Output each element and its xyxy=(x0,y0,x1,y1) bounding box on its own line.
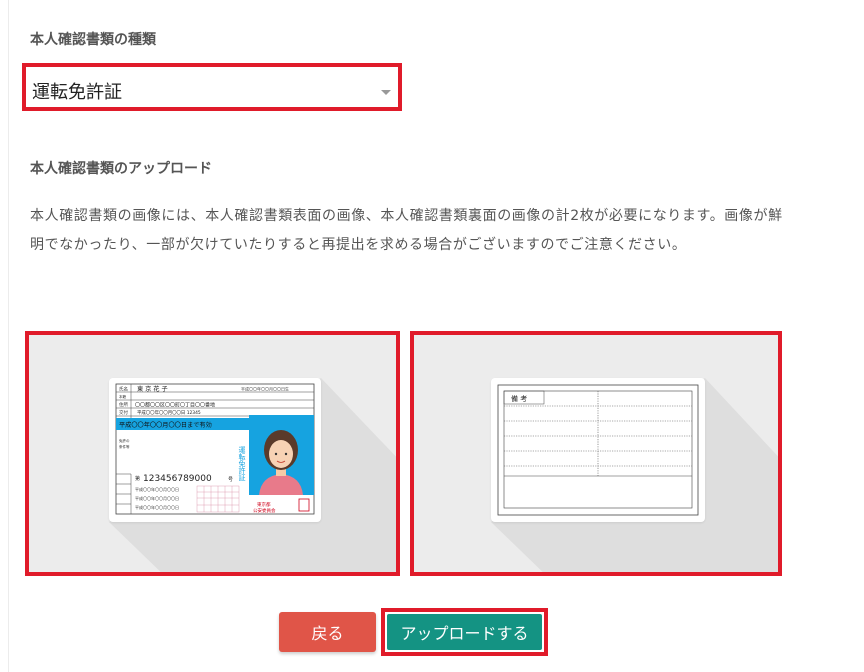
issue-label: 交付 xyxy=(119,409,128,416)
upload-heading: 本人確認書類のアップロード xyxy=(30,161,212,177)
issue-value: 平成〇〇年〇〇月〇〇日 12345 xyxy=(137,409,201,416)
upload-description: 本人確認書類の画像には、本人確認書類表面の画像、本人確認書類裏面の画像の計2枚が… xyxy=(30,208,783,253)
name-label: 氏名 xyxy=(119,386,128,393)
doc-type-heading: 本人確認書類の種類 xyxy=(30,32,156,48)
license-number: 123456789000 xyxy=(143,474,212,484)
svg-text:東京都: 東京都 xyxy=(257,501,271,508)
svg-text:免許の: 免許の xyxy=(119,438,130,443)
svg-text:平成〇〇年〇〇月〇〇日: 平成〇〇年〇〇月〇〇日 xyxy=(135,486,179,492)
license-number-label: 第 xyxy=(135,475,140,482)
doc-type-select[interactable]: 運転免許証 xyxy=(22,63,402,111)
license-front-card: 氏名 東 京 花 子 平成〇〇年〇〇月〇〇日生 本籍 住所 〇〇都〇〇区〇〇町〇… xyxy=(109,378,321,522)
expiry-text: 平成〇〇年〇〇月〇〇日まで有効 xyxy=(119,421,212,429)
name-value: 東 京 花 子 xyxy=(137,385,168,393)
remarks-label: 備 考 xyxy=(511,394,527,403)
birth-date: 平成〇〇年〇〇月〇〇日生 xyxy=(241,386,289,392)
address-label: 住所 xyxy=(119,401,128,408)
address-value: 〇〇都〇〇区〇〇町〇丁目〇〇番地 xyxy=(135,401,215,408)
license-vertical-title: 運転免許証 xyxy=(238,445,246,482)
svg-text:公安委員会: 公安委員会 xyxy=(253,507,276,514)
svg-text:条件等: 条件等 xyxy=(119,444,130,449)
front-image-upload[interactable]: 氏名 東 京 花 子 平成〇〇年〇〇月〇〇日生 本籍 住所 〇〇都〇〇区〇〇町〇… xyxy=(25,331,400,576)
license-number-suffix: 号 xyxy=(228,477,233,483)
back-image-upload[interactable]: 備 考 xyxy=(410,331,782,576)
svg-text:平成〇〇年〇〇月〇〇日: 平成〇〇年〇〇月〇〇日 xyxy=(135,495,179,501)
upload-button[interactable]: アップロードする xyxy=(387,614,542,650)
svg-text:本籍: 本籍 xyxy=(119,394,126,399)
page-left-border xyxy=(8,0,9,672)
svg-text:平成〇〇年〇〇月〇〇日: 平成〇〇年〇〇月〇〇日 xyxy=(135,504,179,510)
license-back-card: 備 考 xyxy=(491,378,705,522)
doc-type-selected-value: 運転免許証 xyxy=(32,82,122,103)
back-button[interactable]: 戻る xyxy=(279,612,376,652)
caret-down-icon xyxy=(381,90,391,95)
upload-button-highlight: アップロードする xyxy=(381,608,548,656)
